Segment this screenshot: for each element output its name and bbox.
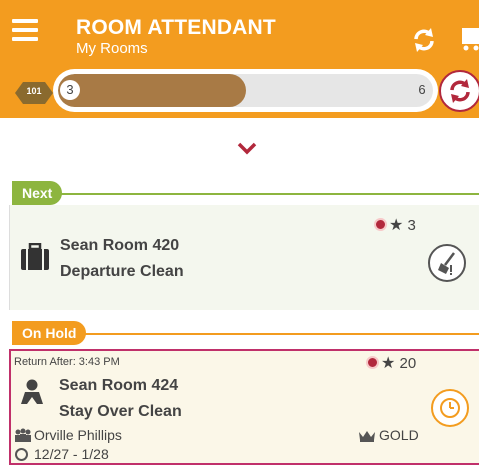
next-section-label: Next — [12, 181, 63, 205]
clock-icon — [440, 398, 460, 418]
progress-fill — [58, 74, 246, 107]
progress-strip: 101 3 6 — [0, 64, 479, 118]
sync-button[interactable] — [439, 70, 479, 112]
refresh-icon[interactable] — [410, 26, 438, 54]
guest-name: Orville Phillips — [34, 427, 122, 443]
return-after-time: Return After: 3:43 PM — [14, 356, 120, 368]
star-icon: ★ — [389, 217, 404, 234]
progress-bar — [58, 74, 433, 107]
clean-type: Departure Clean — [60, 263, 184, 280]
room-badge-label: 101 — [26, 86, 42, 96]
vip-level: GOLD — [379, 427, 419, 443]
app-title: ROOM ATTENDANT — [76, 16, 276, 39]
stay-dates: 12/27 - 1/28 — [34, 446, 109, 462]
person-icon — [21, 379, 43, 404]
page-subtitle: My Rooms — [76, 40, 148, 57]
status-dot-icon — [374, 218, 387, 231]
resume-timer-button[interactable] — [431, 389, 469, 427]
luggage-icon — [21, 243, 49, 270]
guest-group-icon — [15, 428, 31, 442]
hamburger-menu-icon[interactable] — [12, 19, 38, 45]
room-name: Sean Room 424 — [59, 377, 179, 394]
clean-type: Stay Over Clean — [59, 403, 182, 420]
room-credits: ★ 3 — [374, 215, 416, 235]
crown-icon — [359, 431, 375, 442]
next-section-divider — [12, 193, 479, 195]
app-header: ROOM ATTENDANT My Rooms — [0, 0, 479, 64]
clean-broom-icon — [438, 252, 455, 275]
room-name: Sean Room 420 — [60, 237, 180, 254]
cart-icon[interactable] — [460, 26, 479, 52]
room-card-next[interactable]: ★ 3 Sean Room 420 Departure Clean — [9, 205, 479, 310]
status-dot-icon — [366, 356, 379, 369]
start-clean-button[interactable] — [428, 244, 466, 282]
stay-dates-icon — [15, 448, 28, 461]
star-icon: ★ — [381, 355, 396, 372]
room-credits: ★ 20 — [366, 353, 416, 373]
onhold-section-label: On Hold — [12, 321, 87, 345]
chevron-down-icon[interactable] — [235, 140, 259, 156]
sync-icon — [450, 79, 470, 103]
progress-start-count: 3 — [60, 80, 80, 100]
progress-end-count: 6 — [412, 80, 432, 100]
